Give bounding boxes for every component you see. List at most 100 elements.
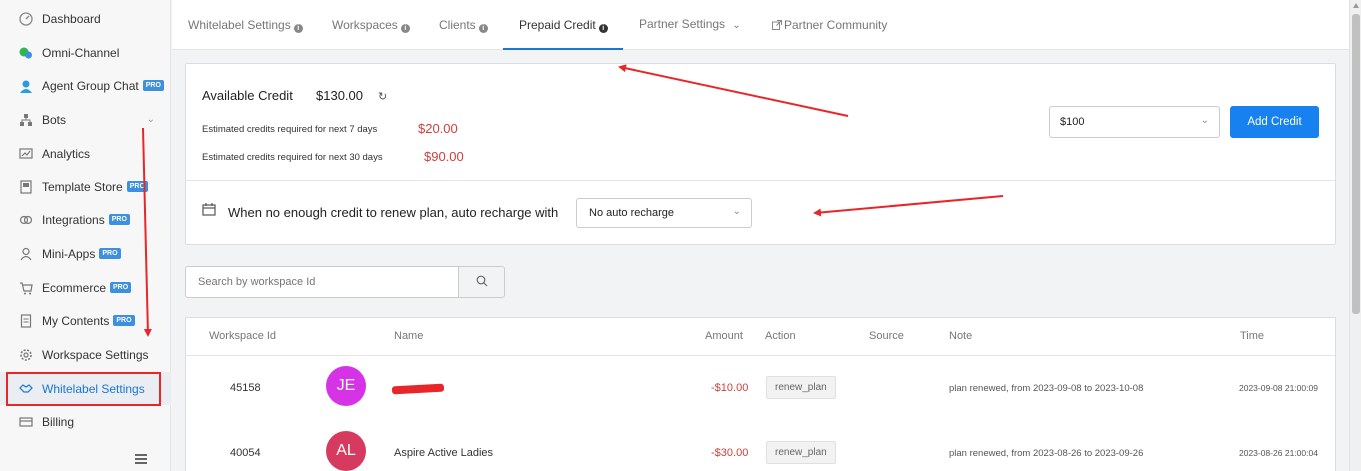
redaction-mark (391, 383, 445, 395)
credit-history-table: Workspace Id Name Amount Action Source N… (185, 317, 1336, 471)
scrollbar[interactable] (1349, 0, 1361, 471)
avatar-initials: JE (336, 377, 356, 394)
sidebar-item-dashboard[interactable]: Dashboard (0, 2, 171, 35)
sidebar-item-mini-apps[interactable]: Mini-Apps PRO (0, 237, 171, 270)
integrations-icon (18, 212, 34, 228)
refresh-icon[interactable]: ↻ (378, 90, 387, 103)
tab-label: Whitelabel Settings (188, 18, 291, 32)
tab-clients[interactable]: Clients i (439, 18, 488, 33)
time-cell: 2023-08-26 21:00:04 (1239, 448, 1318, 458)
sidebar-item-label: Bots (42, 112, 67, 127)
hierarchy-icon (18, 112, 34, 128)
pro-badge: PRO (113, 315, 135, 326)
table-row[interactable]: 45158 JE -$10.00 renew_plan plan renewed… (186, 356, 1335, 418)
scroll-up-icon[interactable] (1353, 3, 1359, 8)
chevron-down-icon: ⌄ (1200, 115, 1209, 126)
tab-partner-community[interactable]: Partner Community (772, 18, 887, 32)
avatar: JE (326, 366, 366, 406)
chevron-down-icon[interactable]: ⌄ (147, 114, 155, 125)
note-cell: plan renewed, from 2023-08-26 to 2023-09… (949, 448, 1144, 459)
menu-icon[interactable] (135, 454, 147, 464)
workspace-id-cell: 45158 (230, 382, 261, 394)
recharge-icon (202, 203, 216, 219)
table-row[interactable]: 40054 AL Aspire Active Ladies -$30.00 re… (186, 421, 1335, 471)
column-header-workspace-id[interactable]: Workspace Id (209, 330, 276, 342)
pro-badge: PRO (108, 214, 130, 225)
tab-prepaid-credit[interactable]: Prepaid Credit i (519, 18, 608, 33)
sidebar-item-agent-group-chat[interactable]: Agent Group Chat PRO (0, 69, 171, 102)
sidebar-item-my-contents[interactable]: My Contents PRO (0, 304, 171, 337)
bookmark-icon (18, 179, 34, 195)
sidebar-item-label: Omni-Channel (42, 45, 120, 60)
user-icon (18, 246, 34, 262)
sidebar-item-omni-channel[interactable]: Omni-Channel (0, 36, 171, 69)
gauge-icon (18, 11, 34, 27)
pro-badge: PRO (126, 181, 148, 192)
available-credit-value: $130.00 (316, 88, 363, 103)
credit-amount-select[interactable]: $100 ⌄ (1049, 106, 1220, 138)
sidebar-item-label: Analytics (42, 146, 91, 161)
sidebar: Dashboard Omni-Channel Agent Group Chat … (0, 0, 171, 471)
chevron-down-icon: ⌄ (732, 206, 741, 217)
avatar-initials: AL (336, 442, 356, 459)
sidebar-item-template-store[interactable]: Template Store PRO (0, 170, 171, 203)
column-header-time[interactable]: Time (1240, 330, 1264, 342)
selected-recharge: No auto recharge (589, 207, 674, 219)
column-header-action[interactable]: Action (765, 330, 796, 342)
tab-label: Workspaces (332, 18, 398, 32)
pro-badge: PRO (142, 80, 164, 91)
sidebar-item-billing[interactable]: Billing (0, 405, 171, 438)
analytics-icon (18, 146, 34, 162)
sidebar-item-label: My Contents (42, 313, 110, 328)
time-cell: 2023-09-08 21:00:09 (1239, 383, 1318, 393)
avatar: AL (326, 431, 366, 471)
column-header-name[interactable]: Name (394, 330, 423, 342)
workspace-id-cell: 40054 (230, 447, 261, 459)
action-tag: renew_plan (766, 441, 836, 464)
sidebar-item-label: Ecommerce (42, 280, 107, 295)
search-icon (476, 275, 488, 290)
workspace-search-input[interactable] (185, 266, 459, 298)
tab-label: Partner Community (784, 18, 888, 32)
sidebar-item-label: Template Store (42, 179, 123, 194)
info-icon: i (598, 24, 608, 33)
pro-badge: PRO (99, 248, 121, 259)
sidebar-item-label: Workspace Settings (42, 347, 149, 362)
sidebar-item-workspace-settings[interactable]: Workspace Settings (0, 338, 171, 371)
tab-partner-settings[interactable]: Partner Settings ⌄ (639, 17, 741, 31)
agent-icon (18, 78, 34, 94)
tab-whitelabel-settings[interactable]: Whitelabel Settings i (188, 18, 303, 33)
est-30-days-label: Estimated credits required for next 30 d… (202, 152, 383, 163)
est-7-days-value: $20.00 (418, 121, 458, 136)
search-button[interactable] (458, 266, 505, 298)
document-icon (18, 313, 34, 329)
sidebar-item-label: Mini-Apps (42, 246, 96, 261)
amount-cell: -$30.00 (711, 447, 749, 459)
info-icon: i (293, 24, 303, 33)
sidebar-item-bots[interactable]: Bots ⌄ (0, 103, 171, 136)
sidebar-item-analytics[interactable]: Analytics (0, 137, 171, 170)
available-credit-label: Available Credit (202, 88, 293, 103)
info-icon: i (478, 24, 488, 33)
tab-bar: Whitelabel Settings i Workspaces i Clients… (172, 0, 1349, 50)
sidebar-item-integrations[interactable]: Integrations PRO (0, 203, 171, 236)
sidebar-item-ecommerce[interactable]: Ecommerce PRO (0, 271, 171, 304)
tab-label: Prepaid Credit (519, 18, 596, 32)
est-7-days-label: Estimated credits required for next 7 da… (202, 124, 378, 135)
add-credit-button[interactable]: Add Credit (1230, 106, 1319, 138)
auto-recharge-select[interactable]: No auto recharge ⌄ (576, 198, 752, 228)
column-header-amount[interactable]: Amount (705, 330, 743, 342)
column-header-note[interactable]: Note (949, 330, 972, 342)
est-30-days-value: $90.00 (424, 149, 464, 164)
tab-label: Clients (439, 18, 476, 32)
chat-bubbles-icon (18, 45, 34, 61)
sidebar-item-label: Dashboard (42, 11, 101, 26)
pro-badge: PRO (110, 282, 132, 293)
tab-label: Partner Settings (639, 17, 726, 31)
column-header-source[interactable]: Source (869, 330, 904, 342)
external-link-icon (772, 18, 784, 32)
name-cell: Aspire Active Ladies (394, 447, 494, 459)
tab-workspaces[interactable]: Workspaces i (332, 18, 410, 33)
note-cell: plan renewed, from 2023-09-08 to 2023-10… (949, 383, 1144, 394)
scrollbar-thumb[interactable] (1352, 14, 1360, 314)
